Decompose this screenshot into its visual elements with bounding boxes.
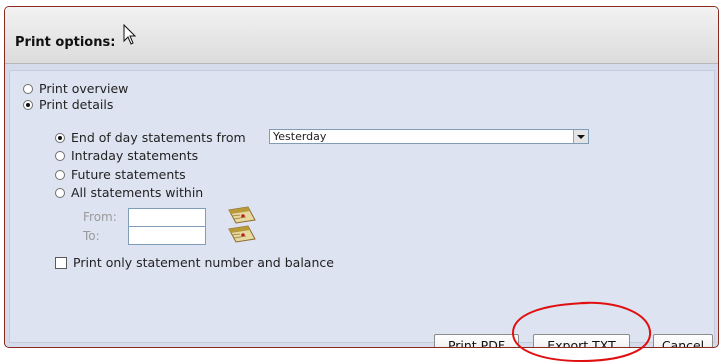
arrow-cursor-icon [123,24,137,45]
dialog-titlebar: Print options: [5,7,718,64]
statement-number-balance-checkbox[interactable] [55,256,67,269]
print-overview-option[interactable]: Print overview [23,81,128,96]
future-radio[interactable] [55,169,65,180]
print-details-radio[interactable] [23,99,33,110]
export-txt-button[interactable]: Export TXT [533,334,630,347]
from-date-input[interactable] [128,208,206,227]
statement-number-balance-label: Print only statement number and balance [73,255,334,270]
calendar-icon[interactable] [226,223,258,245]
statement-number-balance-option[interactable]: Print only statement number and balance [55,255,334,270]
end-of-day-radio[interactable] [55,132,65,143]
dialog-title: Print options: [15,35,116,50]
all-within-option[interactable]: All statements within [55,185,203,200]
cancel-button[interactable]: Cancel [653,334,713,347]
intraday-radio[interactable] [55,150,65,161]
intraday-option[interactable]: Intraday statements [55,148,198,163]
print-details-option[interactable]: Print details [23,97,113,112]
all-within-label: All statements within [71,185,204,200]
print-pdf-button[interactable]: Print PDF [434,334,519,347]
from-label: From: [83,210,117,224]
options-panel: Print overview Print details End of day … [9,70,715,347]
print-overview-radio[interactable] [23,83,33,94]
intraday-label: Intraday statements [71,148,199,163]
print-details-label: Print details [39,97,114,112]
print-options-dialog: Print options: Print overview Print deta… [4,6,719,348]
chevron-down-icon[interactable] [573,130,588,143]
period-select-value: Yesterday [273,130,327,143]
to-label: To: [83,229,100,243]
future-option[interactable]: Future statements [55,167,186,182]
period-select[interactable]: Yesterday [269,129,589,144]
to-date-input[interactable] [128,226,206,245]
end-of-day-label: End of day statements from [71,130,246,145]
future-label: Future statements [71,167,186,182]
end-of-day-option[interactable]: End of day statements from [55,130,246,145]
print-overview-label: Print overview [39,81,129,96]
all-within-radio[interactable] [55,187,65,198]
